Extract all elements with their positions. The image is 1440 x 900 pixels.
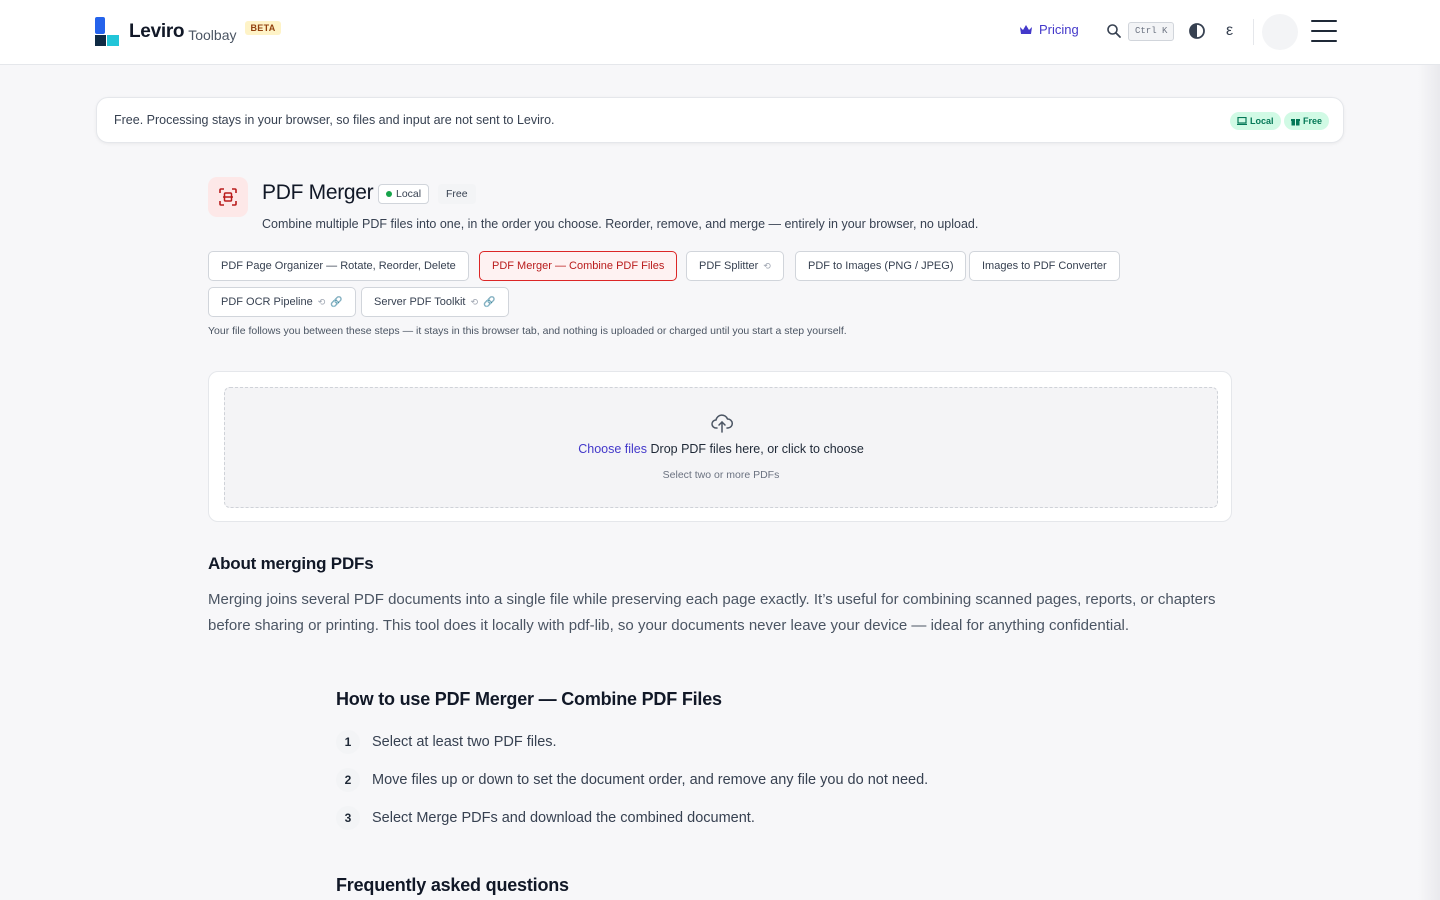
local-badge: Local — [1230, 112, 1281, 130]
site-logo[interactable]: Leviro Toolbay BETA — [95, 17, 281, 47]
step-number: 1 — [336, 730, 360, 754]
avatar[interactable] — [1262, 14, 1298, 50]
tool-chip-server-toolkit[interactable]: Server PDF Toolkit ⟲ 🔗 — [361, 287, 509, 317]
notice-text: Free. Processing stays in your browser, … — [114, 113, 555, 127]
link-icon: 🔗 — [330, 296, 343, 308]
workflow-note: Your file follows you between these step… — [208, 325, 847, 337]
tool-chip-page-organizer[interactable]: PDF Page Organizer — Rotate, Reorder, De… — [208, 251, 469, 281]
upload-card: Choose files Drop PDF files here, or cli… — [208, 371, 1232, 522]
status-dot — [386, 191, 392, 197]
choose-files-link[interactable]: Choose files — [578, 442, 647, 456]
drop-text: Drop PDF files here, or click to choose — [650, 442, 864, 456]
step-text: Select Merge PDFs and download the combi… — [372, 810, 755, 826]
local-status-badge: Local — [378, 184, 430, 204]
gift-icon — [1291, 118, 1300, 126]
howto-step: 1 Select at least two PDF files. — [336, 730, 557, 754]
language-switcher[interactable]: ε — [1226, 22, 1233, 40]
howto-heading: How to use PDF Merger — Combine PDF File… — [336, 689, 722, 709]
faq-heading: Frequently asked questions — [336, 875, 569, 895]
pricing-link[interactable]: Pricing — [1019, 22, 1079, 37]
page-title: PDF Merger — [262, 181, 374, 204]
drop-hint: Select two or more PDFs — [662, 469, 780, 481]
logo-subtitle: Toolbay — [188, 26, 237, 43]
cloud-upload-icon — [711, 414, 733, 433]
tool-chip-pdf-ocr[interactable]: PDF OCR Pipeline ⟲ 🔗 — [208, 287, 356, 317]
tool-chip-images-to-pdf[interactable]: Images to PDF Converter — [969, 251, 1120, 281]
crown-icon — [1020, 24, 1032, 34]
pricing-label: Pricing — [1039, 22, 1079, 37]
contrast-icon[interactable] — [1188, 22, 1206, 40]
step-number: 3 — [336, 806, 360, 830]
howto-step: 2 Move files up or down to set the docum… — [336, 768, 928, 792]
scan-icon — [219, 188, 237, 206]
menu-icon[interactable] — [1311, 20, 1337, 42]
about-heading: About merging PDFs — [208, 554, 374, 573]
sync-icon: ⟲ — [317, 296, 326, 307]
step-number: 2 — [336, 768, 360, 792]
privacy-notice: Free. Processing stays in your browser, … — [96, 97, 1344, 143]
monitor-icon — [1237, 117, 1247, 125]
header-divider — [1253, 19, 1254, 45]
step-text: Move files up or down to set the documen… — [372, 772, 929, 788]
free-badge: Free — [1284, 112, 1330, 130]
sync-icon: ⟲ — [763, 260, 771, 271]
drop-instructions: Choose files Drop PDF files here, or cli… — [225, 442, 1217, 456]
sync-icon: ⟲ — [470, 296, 479, 307]
link-icon: 🔗 — [483, 296, 496, 308]
step-text: Select at least two PDF files. — [372, 734, 557, 750]
tool-chip-pdf-splitter[interactable]: PDF Splitter ⟲ — [686, 251, 784, 281]
howto-step: 3 Select Merge PDFs and download the com… — [336, 806, 755, 830]
tool-chip-pdf-to-images[interactable]: PDF to Images (PNG / JPEG) — [795, 251, 967, 281]
tool-icon — [208, 177, 248, 217]
beta-badge: BETA — [245, 21, 281, 35]
file-dropzone[interactable]: Choose files Drop PDF files here, or cli… — [224, 387, 1218, 508]
logo-name: Leviro — [129, 21, 185, 42]
about-paragraph: Merging joins several PDF documents into… — [208, 591, 1216, 634]
search-shortcut: Ctrl K — [1128, 22, 1175, 41]
scroll-edge-shadow — [1418, 65, 1440, 900]
free-status-badge: Free — [438, 184, 476, 204]
tool-description: Combine multiple PDF files into one, in … — [262, 217, 979, 231]
search-icon[interactable] — [1106, 23, 1122, 39]
tool-chip-pdf-merger[interactable]: PDF Merger — Combine PDF Files — [479, 251, 678, 281]
logo-mark-icon — [95, 17, 121, 47]
top-navbar: Leviro Toolbay BETA Pricing Ctrl K ε — [0, 0, 1440, 65]
